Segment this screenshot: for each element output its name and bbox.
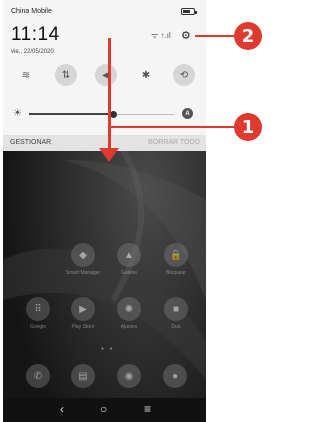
notification-shade: China Mobile 11:14 vie., 22/05/2020 ᯤ ↑.… (3, 0, 206, 135)
app-play-store[interactable]: ▶ Play Store (65, 297, 101, 330)
settings-icon: ✺ (117, 297, 141, 321)
app-bloqueur[interactable]: 🔒 Bloqueur (158, 243, 194, 276)
brightness-icon: ☀ (13, 108, 22, 119)
carrier-label: China Mobile (11, 8, 52, 15)
callout-2: 2 (234, 22, 262, 50)
app-ajustes[interactable]: ✺ Ajustes (111, 297, 147, 330)
signal-icon: ᯤ ↑.ıl (151, 31, 171, 40)
app-label: Play Store (71, 324, 95, 330)
message-icon: ▤ (78, 370, 88, 382)
callout-1: 1 (234, 113, 262, 141)
video-camera-icon: ■ (164, 297, 188, 321)
auto-brightness-icon[interactable]: A (182, 108, 193, 119)
wifi-icon: ≋ (21, 69, 31, 81)
brightness-fill (29, 113, 114, 115)
chrome-app[interactable]: ◉ (117, 364, 141, 388)
navigation-bar: ‹ ○ ≡ (3, 398, 206, 422)
swipe-arrow-head (99, 148, 119, 162)
battery-icon (181, 8, 197, 15)
app-smart-manager[interactable]: ◆ Smart Manager (65, 243, 101, 276)
camera-app[interactable]: ● (163, 364, 187, 388)
app-label: Bloqueur (165, 270, 186, 276)
chrome-icon: ◉ (124, 370, 134, 382)
app-label: Galerie (120, 270, 138, 276)
bluetooth-toggle[interactable]: ✱ (135, 64, 157, 86)
battery-fill (183, 10, 190, 13)
lock-icon: 🔒 (164, 243, 188, 267)
recents-button[interactable]: ≡ (144, 402, 151, 416)
app-label: Google (29, 324, 47, 330)
data-transfer-icon: ⇅ (61, 69, 71, 81)
wifi-toggle[interactable]: ≋ (15, 64, 37, 86)
app-label: Ajustes (120, 324, 138, 330)
clock: 11:14 (11, 24, 60, 45)
sound-toggle[interactable]: ◀ (95, 64, 117, 86)
shield-icon: ◆ (71, 243, 95, 267)
app-label: Smart Manager (65, 270, 101, 276)
mobile-data-toggle[interactable]: ⇅ (55, 64, 77, 86)
callout-2-leader (195, 35, 237, 37)
app-label: Duo (171, 324, 181, 330)
auto-rotate-toggle[interactable]: ⟲ (173, 64, 195, 86)
manage-button[interactable]: GESTIONAR (10, 139, 51, 146)
rotate-icon: ⟲ (179, 69, 189, 81)
clear-all-button[interactable]: BORRAR TODO (148, 139, 200, 146)
gear-icon[interactable]: ⚙ (181, 29, 191, 42)
swipe-arrow-shaft (108, 38, 111, 154)
app-galerie[interactable]: ▲ Galerie (111, 243, 147, 276)
phone-app[interactable]: ✆ (26, 364, 50, 388)
callout-1-leader (110, 126, 237, 128)
home-button[interactable]: ○ (100, 402, 107, 416)
camera-icon: ● (171, 370, 179, 382)
brightness-slider[interactable]: ☀ A (3, 106, 206, 122)
play-store-icon: ▶ (71, 297, 95, 321)
page-indicator: ● ● (101, 346, 115, 352)
app-google[interactable]: ⠿ Google (20, 297, 56, 330)
back-button[interactable]: ‹ (60, 402, 64, 416)
gallery-icon: ▲ (117, 243, 141, 267)
app-duo[interactable]: ■ Duo (158, 297, 194, 330)
bluetooth-icon: ✱ (141, 69, 151, 81)
messages-app[interactable]: ▤ (71, 364, 95, 388)
phone-screen: China Mobile 11:14 vie., 22/05/2020 ᯤ ↑.… (3, 0, 206, 422)
google-folder-icon: ⠿ (26, 297, 50, 321)
phone-icon: ✆ (33, 370, 43, 382)
date: vie., 22/05/2020 (11, 49, 54, 55)
